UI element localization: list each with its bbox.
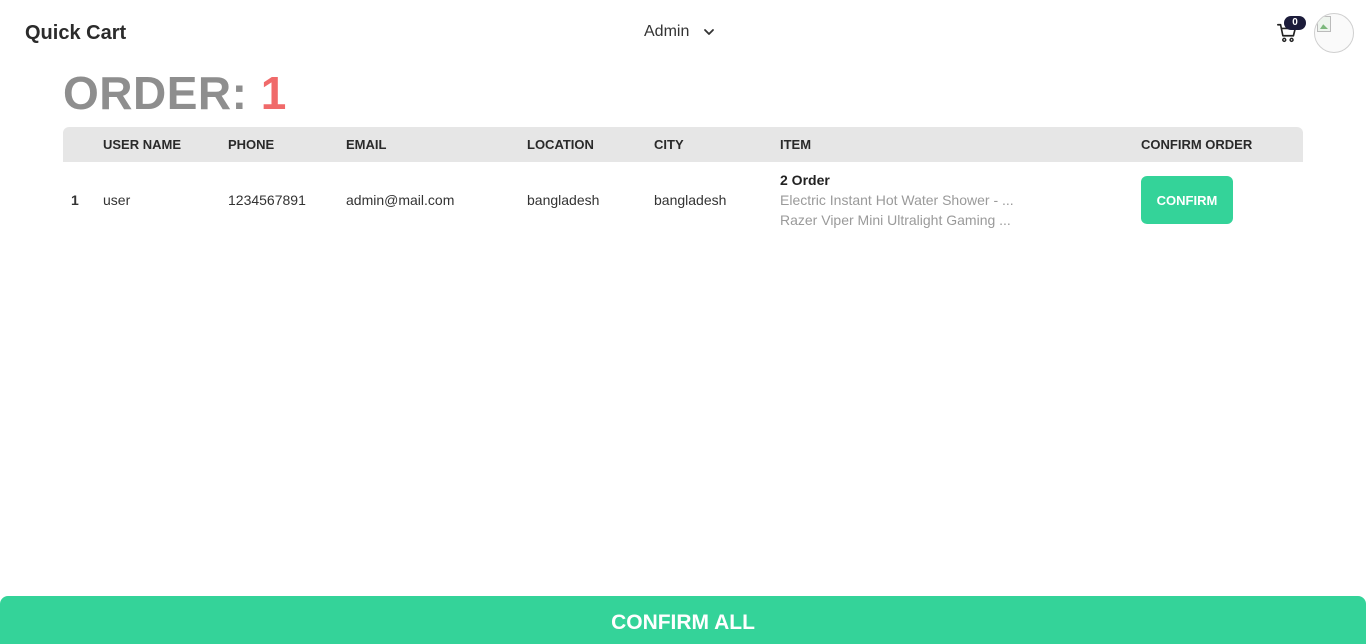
orders-table: USER NAME PHONE EMAIL LOCATION CITY ITEM… <box>63 127 1303 232</box>
item-line: Razer Viper Mini Ultralight Gaming ... <box>780 212 1011 228</box>
navbar: Quick Cart Admin 0 <box>0 0 1366 66</box>
chevron-down-icon <box>704 29 715 35</box>
table-row: 1 user 1234567891 admin@mail.com banglad… <box>63 162 1303 232</box>
header-confirm-order: CONFIRM ORDER <box>1141 137 1253 152</box>
row-city: bangladesh <box>654 192 727 208</box>
order-count: 1 <box>260 67 287 119</box>
avatar[interactable] <box>1314 13 1354 53</box>
broken-image-icon <box>1317 16 1331 32</box>
row-index: 1 <box>71 192 79 208</box>
header-item: ITEM <box>780 137 812 152</box>
cart-count-badge: 0 <box>1284 16 1306 30</box>
row-items: 2 Order Electric Instant Hot Water Showe… <box>780 172 1014 228</box>
row-user-name: user <box>103 192 131 208</box>
confirm-order-button[interactable]: CONFIRM <box>1141 176 1233 224</box>
page-title-prefix: ORDER: <box>63 67 248 119</box>
header-email: EMAIL <box>346 137 387 152</box>
row-email: admin@mail.com <box>346 192 455 208</box>
item-count: 2 Order <box>780 172 830 188</box>
row-phone: 1234567891 <box>228 192 306 208</box>
header-location: LOCATION <box>527 137 594 152</box>
header-phone: PHONE <box>228 137 275 152</box>
header-city: CITY <box>654 137 684 152</box>
page-title: ORDER: 1 <box>63 66 287 120</box>
table-header: USER NAME PHONE EMAIL LOCATION CITY ITEM… <box>63 127 1303 162</box>
confirm-all-button[interactable]: CONFIRM ALL <box>0 596 1366 644</box>
brand-logo[interactable]: Quick Cart <box>25 22 126 45</box>
row-location: bangladesh <box>527 192 600 208</box>
header-user-name: USER NAME <box>103 137 182 152</box>
admin-label: Admin <box>644 23 690 40</box>
admin-dropdown[interactable]: Admin <box>644 23 715 41</box>
item-line: Electric Instant Hot Water Shower - ... <box>780 192 1014 208</box>
